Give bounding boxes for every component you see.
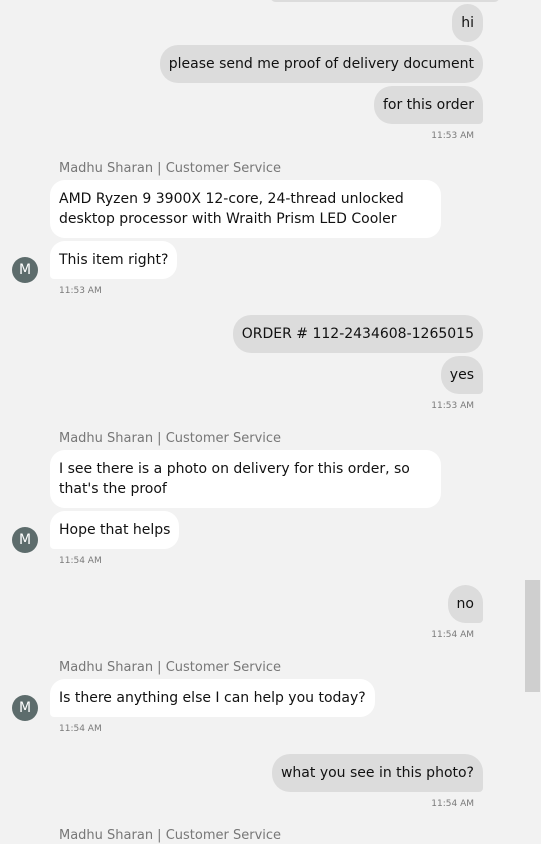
user-message-bubble: for this order [373,86,483,124]
agent-message-bubble: Hope that helps [50,511,180,549]
agent-message-bubble: AMD Ryzen 9 3900X 12-core, 24-thread unl… [50,180,441,238]
message-timestamp: 11:53 AM [59,286,102,296]
user-message-bubble: no [447,585,483,623]
scrollbar-thumb[interactable] [525,580,540,692]
agent-avatar: M [12,527,38,553]
agent-message-bubble: This item right? [50,241,178,279]
message-timestamp: 11:54 AM [431,799,474,809]
agent-message-bubble: Is there anything else I can help you to… [50,679,375,717]
user-message-bubble-partial [270,0,500,2]
message-timestamp: 11:53 AM [431,131,474,141]
user-message-bubble: please send me proof of delivery documen… [159,45,483,83]
sender-name: Madhu Sharan | Customer Service [59,660,282,675]
user-message-bubble: what you see in this photo? [271,754,483,792]
message-timestamp: 11:54 AM [59,724,102,734]
agent-avatar: M [12,695,38,721]
user-message-bubble: ORDER # 112-2434608-1265015 [232,315,483,353]
message-timestamp: 11:53 AM [431,401,474,411]
scrollbar-track[interactable] [524,0,541,841]
sender-name: Madhu Sharan | Customer Service [59,431,282,446]
user-message-bubble: yes [440,356,483,394]
user-message-bubble: hi [452,4,483,42]
agent-avatar: M [12,257,38,283]
sender-name: Madhu Sharan | Customer Service [59,828,282,843]
message-timestamp: 11:54 AM [59,556,102,566]
chat-transcript: hi please send me proof of delivery docu… [0,0,524,843]
sender-name: Madhu Sharan | Customer Service [59,161,282,176]
agent-message-bubble: I see there is a photo on delivery for t… [50,450,441,508]
message-timestamp: 11:54 AM [431,630,474,640]
